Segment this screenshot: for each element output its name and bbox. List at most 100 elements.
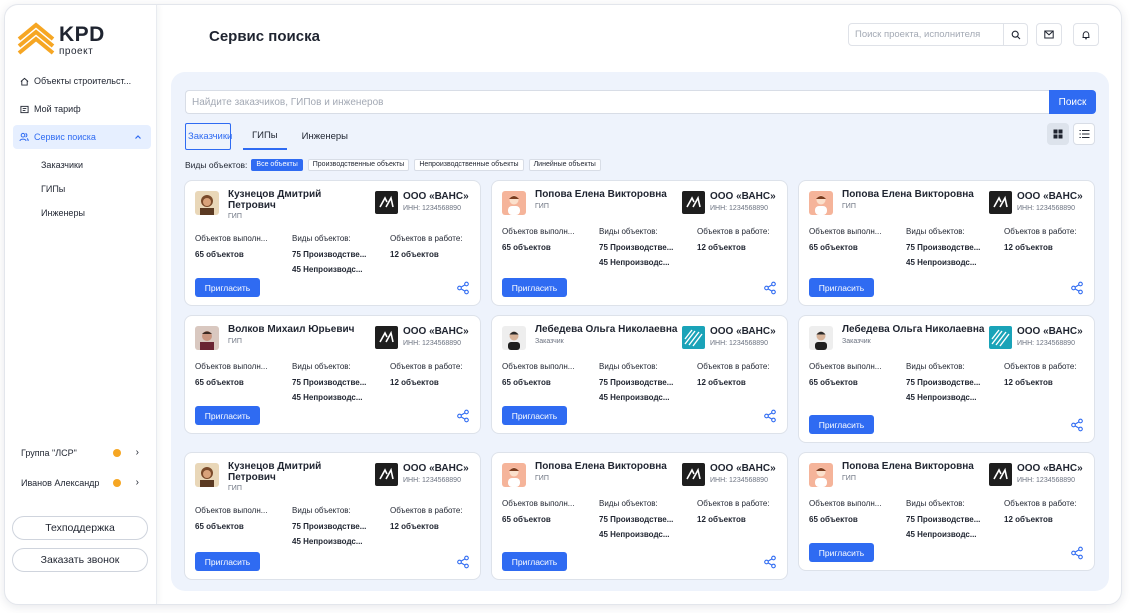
share-icon[interactable]	[1070, 418, 1084, 432]
notifications-button[interactable]	[1073, 23, 1099, 46]
invite-button[interactable]: Пригласить	[195, 406, 260, 425]
sidebar-item-objects[interactable]: Объекты строительст...	[13, 69, 151, 93]
grid-view-button[interactable]	[1047, 123, 1069, 145]
list-view-button[interactable]	[1073, 123, 1095, 145]
share-icon[interactable]	[456, 281, 470, 295]
filter-linear[interactable]: Линейные объекты	[528, 159, 601, 171]
invite-button[interactable]: Пригласить	[809, 278, 874, 297]
person-name[interactable]: Попова Елена Викторовна	[842, 461, 992, 473]
invite-button[interactable]: Пригласить	[809, 543, 874, 562]
page-title: Сервис поиска	[209, 28, 320, 45]
object-kinds-label: Виды объектов:	[906, 499, 965, 508]
tab-engineers[interactable]: Инженеры	[293, 123, 357, 150]
sidebar-item-search-service[interactable]: Сервис поиска	[13, 125, 151, 149]
object-kinds-value-nonindustrial: 45 Непроизводс...	[599, 258, 670, 267]
bell-icon	[1082, 30, 1090, 39]
share-icon[interactable]	[763, 409, 777, 423]
person-role: ГИП	[228, 338, 242, 345]
person-name[interactable]: Попова Елена Викторовна	[535, 461, 685, 473]
result-card[interactable]: Попова Елена Викторовна ГИП ООО «ВАНС» И…	[491, 180, 788, 306]
person-name[interactable]: Волков Михаил Юрьевич	[228, 324, 378, 336]
support-button[interactable]: Техподдержка	[12, 516, 148, 540]
invite-button[interactable]: Пригласить	[502, 406, 567, 425]
main-search-box	[185, 90, 1049, 114]
header-search-input[interactable]	[849, 24, 1003, 45]
company-inn: ИНН: 1234568890	[1017, 340, 1075, 347]
person-name[interactable]: Кузнецов Дмитрий Петрович	[228, 461, 328, 483]
person-name[interactable]: Лебедева Ольга Николаевна	[535, 324, 685, 336]
person-name[interactable]: Кузнецов Дмитрий Петрович	[228, 189, 328, 211]
filter-nonindustrial[interactable]: Непроизводственные объекты	[414, 159, 524, 171]
company-logo	[682, 326, 705, 349]
object-kinds-label: Виды объектов:	[292, 362, 351, 371]
invite-button[interactable]: Пригласить	[809, 415, 874, 434]
person-role: ГИП	[535, 203, 549, 210]
header-search-button[interactable]	[1003, 24, 1027, 45]
share-icon[interactable]	[456, 555, 470, 569]
object-kinds-value-industrial: 75 Производстве...	[599, 515, 674, 524]
result-card[interactable]: Кузнецов Дмитрий Петрович ГИП ООО «ВАНС»…	[184, 180, 481, 306]
objects-in-work-value: 12 объектов	[697, 243, 746, 252]
result-card[interactable]: Кузнецов Дмитрий Петрович ГИП ООО «ВАНС»…	[184, 452, 481, 580]
tab-customers[interactable]: Заказчики	[185, 123, 232, 150]
result-card[interactable]: Попова Елена Викторовна ГИП ООО «ВАНС» И…	[491, 452, 788, 580]
invite-button[interactable]: Пригласить	[502, 552, 567, 571]
search-button[interactable]: Поиск	[1049, 90, 1096, 114]
invite-button[interactable]: Пригласить	[195, 278, 260, 297]
sidebar-item-label: Сервис поиска	[34, 132, 96, 142]
filter-industrial[interactable]: Производственные объекты	[307, 159, 410, 171]
person-role: ГИП	[228, 485, 242, 492]
share-icon[interactable]	[1070, 546, 1084, 560]
objects-done-value: 65 объектов	[195, 522, 244, 531]
objects-done-label: Объектов выполн...	[195, 506, 268, 515]
mail-icon	[1044, 30, 1054, 39]
company-name: ООО «ВАНС»	[1017, 463, 1083, 474]
notification-dot	[113, 449, 121, 457]
company-inn: ИНН: 1234568890	[710, 205, 768, 212]
person-role: Заказчик	[842, 338, 871, 345]
person-role: ГИП	[228, 213, 242, 220]
person-name[interactable]: Попова Елена Викторовна	[535, 189, 685, 201]
sidebar-item-label: Объекты строительст...	[34, 76, 132, 86]
result-card[interactable]: Попова Елена Викторовна ГИП ООО «ВАНС» И…	[798, 452, 1095, 571]
order-call-button[interactable]: Заказать звонок	[12, 548, 148, 572]
main-search-input[interactable]	[186, 91, 1049, 113]
invite-button[interactable]: Пригласить	[195, 552, 260, 571]
person-name[interactable]: Попова Елена Викторовна	[842, 189, 992, 201]
object-kinds-label: Виды объектов:	[599, 499, 658, 508]
objects-in-work-label: Объектов в работе:	[697, 362, 770, 371]
org-switch-lsr[interactable]: Группа "ЛСР" ›	[21, 445, 141, 461]
brand-name: KPD	[59, 23, 105, 46]
sidebar-subitem-gips[interactable]: ГИПы	[13, 177, 151, 201]
share-icon[interactable]	[763, 281, 777, 295]
company-logo	[989, 463, 1012, 486]
objects-in-work-value: 12 объектов	[697, 515, 746, 524]
share-icon[interactable]	[763, 555, 777, 569]
object-kinds-value-nonindustrial: 45 Непроизводс...	[906, 393, 977, 402]
company-name: ООО «ВАНС»	[710, 463, 776, 474]
result-card[interactable]: Попова Елена Викторовна ГИП ООО «ВАНС» И…	[798, 180, 1095, 306]
objects-in-work-label: Объектов в работе:	[1004, 499, 1077, 508]
sidebar-item-tariff[interactable]: Мой тариф	[13, 97, 151, 121]
share-icon[interactable]	[456, 409, 470, 423]
object-kinds-value-industrial: 75 Производстве...	[599, 378, 674, 387]
messages-button[interactable]	[1036, 23, 1062, 46]
company-name: ООО «ВАНС»	[1017, 191, 1083, 202]
result-card[interactable]: Лебедева Ольга Николаевна Заказчик ООО «…	[798, 315, 1095, 443]
invite-button[interactable]: Пригласить	[502, 278, 567, 297]
result-card[interactable]: Волков Михаил Юрьевич ГИП ООО «ВАНС» ИНН…	[184, 315, 481, 434]
sidebar-subitem-customers[interactable]: Заказчики	[13, 153, 151, 177]
brand-logo[interactable]: KPD проект	[17, 21, 127, 57]
user-switch[interactable]: Иванов Александр ›	[21, 475, 141, 491]
result-card[interactable]: Лебедева Ольга Николаевна Заказчик ООО «…	[491, 315, 788, 434]
tab-gips[interactable]: ГИПы	[243, 123, 287, 150]
object-kinds-value-nonindustrial: 45 Непроизводс...	[292, 537, 363, 546]
chevron-up-icon[interactable]	[133, 132, 143, 142]
person-name[interactable]: Лебедева Ольга Николаевна	[842, 324, 992, 336]
sidebar-subitem-engineers[interactable]: Инженеры	[13, 201, 151, 225]
share-icon[interactable]	[1070, 281, 1084, 295]
objects-in-work-value: 12 объектов	[390, 378, 439, 387]
objects-in-work-label: Объектов в работе:	[1004, 227, 1077, 236]
object-kinds-value-nonindustrial: 45 Непроизводс...	[292, 265, 363, 274]
filter-all[interactable]: Все объекты	[251, 159, 303, 171]
